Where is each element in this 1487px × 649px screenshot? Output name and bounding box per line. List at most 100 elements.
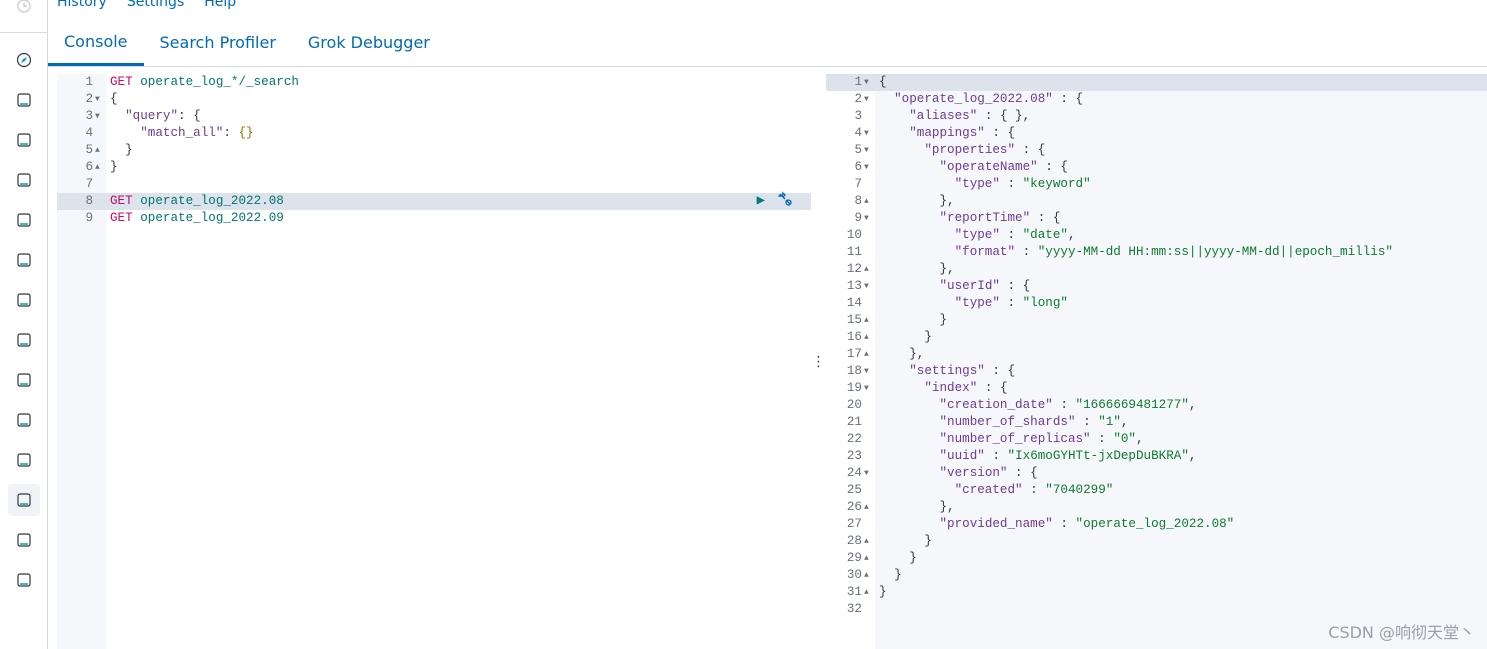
panel-resize-handle[interactable]: ⋮ — [811, 74, 826, 649]
fold-collapse-icon[interactable]: ▼ — [864, 142, 874, 159]
code-line[interactable]: 9 ▼ "reportTime" : { — [826, 210, 1487, 227]
code-line[interactable]: 27 "provided_name" : "operate_log_2022.0… — [826, 516, 1487, 533]
menu-history[interactable]: History — [57, 0, 107, 10]
fold-expand-icon[interactable]: ▲ — [864, 533, 874, 550]
fold-collapse-icon[interactable]: ▼ — [95, 108, 105, 125]
discover-compass-icon[interactable] — [8, 44, 40, 76]
canvas-icon[interactable] — [8, 164, 40, 196]
code-line[interactable]: 24 ▼ "version" : { — [826, 465, 1487, 482]
code-line[interactable]: 19 ▼ "index" : { — [826, 380, 1487, 397]
token-punc: : — [984, 449, 1008, 463]
fold-expand-icon[interactable]: ▲ — [864, 567, 874, 584]
code-line[interactable]: 7 "type" : "keyword" — [826, 176, 1487, 193]
code-line[interactable]: 14 "type" : "long" — [826, 295, 1487, 312]
code-line[interactable]: 5 ▼ "properties" : { — [826, 142, 1487, 159]
fold-collapse-icon[interactable]: ▼ — [864, 91, 874, 108]
token-punc: } — [110, 160, 118, 174]
logs-icon[interactable] — [8, 324, 40, 356]
monitoring-icon[interactable] — [8, 524, 40, 556]
code-line[interactable]: 11 "format" : "yyyy-MM-dd HH:mm:ss||yyyy… — [826, 244, 1487, 261]
code-line[interactable]: 10 "type" : "date", — [826, 227, 1487, 244]
fold-expand-icon[interactable]: ▲ — [864, 584, 874, 601]
code-line[interactable]: 8 GET operate_log_2022.08 ▶ — [57, 190, 811, 210]
fold-expand-icon[interactable]: ▲ — [864, 499, 874, 516]
fold-collapse-icon[interactable]: ▼ — [864, 159, 874, 176]
code-line[interactable]: 32 — [826, 601, 1487, 618]
code-line[interactable]: 1 GET operate_log_*/_search — [57, 74, 811, 91]
code-line[interactable]: 6 ▼ "operateName" : { — [826, 159, 1487, 176]
drag-handle-icon[interactable]: ⋮ — [812, 354, 826, 370]
code-line[interactable]: 26 ▲ }, — [826, 499, 1487, 516]
code-line[interactable]: 31 ▲} — [826, 584, 1487, 601]
fold-collapse-icon[interactable]: ▼ — [864, 125, 874, 142]
code-line[interactable]: 28 ▲ } — [826, 533, 1487, 550]
code-line[interactable]: 17 ▲ }, — [826, 346, 1487, 363]
fold-expand-icon[interactable]: ▲ — [95, 159, 105, 176]
code-line[interactable]: 18 ▼ "settings" : { — [826, 363, 1487, 380]
code-line[interactable]: 29 ▲ } — [826, 550, 1487, 567]
code-line[interactable]: 2 ▼ "operate_log_2022.08" : { — [826, 91, 1487, 108]
management-gear-icon[interactable] — [8, 564, 40, 596]
play-icon[interactable]: ▶ — [757, 193, 765, 210]
code-line[interactable]: 3 "aliases" : { }, — [826, 108, 1487, 125]
request-editor[interactable]: 1 GET operate_log_*/_search 2 ▼ {3 ▼ "query":… — [57, 74, 811, 649]
token-punc — [879, 126, 909, 140]
code-line[interactable]: 22 "number_of_replicas" : "0", — [826, 431, 1487, 448]
menu-settings[interactable]: Settings — [127, 0, 184, 10]
fold-collapse-icon[interactable]: ▼ — [864, 380, 874, 397]
fold-collapse-icon[interactable]: ▼ — [864, 278, 874, 295]
visualize-chart-icon[interactable] — [8, 84, 40, 116]
code-line[interactable]: 2 ▼ { — [57, 91, 811, 108]
dev-tools-icon[interactable] — [7, 484, 40, 516]
clock-icon[interactable] — [16, 0, 32, 16]
fold-expand-icon[interactable]: ▲ — [864, 261, 874, 278]
token-punc — [879, 483, 955, 497]
code-line[interactable]: 5 ▲ } — [57, 142, 811, 159]
code-line[interactable]: 13 ▼ "userId" : { — [826, 278, 1487, 295]
code-line[interactable]: 1 ▼ { — [826, 74, 1487, 91]
infrastructure-icon[interactable] — [8, 284, 40, 316]
code-line[interactable]: 6 ▲} — [57, 159, 811, 176]
code-line[interactable]: 20 "creation_date" : "1666669481277", — [826, 397, 1487, 414]
uptime-icon[interactable] — [8, 404, 40, 436]
code-line[interactable]: 21 "number_of_shards" : "1", — [826, 414, 1487, 431]
line-number: 20 — [846, 398, 862, 412]
apm-icon[interactable] — [8, 364, 40, 396]
fold-expand-icon[interactable]: ▲ — [864, 550, 874, 567]
tab-grok-debugger[interactable]: Grok Debugger — [292, 24, 446, 66]
fold-expand-icon[interactable]: ▲ — [864, 312, 874, 329]
code-line[interactable]: 23 "uuid" : "Ix6moGYHTt-jxDepDuBKRA", — [826, 448, 1487, 465]
fold-expand-icon[interactable]: ▲ — [864, 346, 874, 363]
code-line[interactable]: 15 ▲ } — [826, 312, 1487, 329]
code-line[interactable]: 7 — [57, 176, 811, 193]
dashboard-icon[interactable] — [8, 124, 40, 156]
fold-collapse-icon[interactable]: ▼ — [864, 210, 874, 227]
fold-collapse-icon[interactable]: ▼ — [864, 74, 874, 91]
fold-expand-icon[interactable]: ▲ — [95, 142, 105, 159]
code-line[interactable]: 4 ▼ "mappings" : { — [826, 125, 1487, 142]
tab-search-profiler[interactable]: Search Profiler — [144, 24, 292, 66]
menu-help[interactable]: Help — [204, 0, 236, 10]
token-punc: { — [110, 92, 118, 106]
security-icon[interactable] — [8, 444, 40, 476]
code-line[interactable]: 3 ▼ "query": { — [57, 108, 811, 125]
fold-collapse-icon[interactable]: ▼ — [864, 363, 874, 380]
code-line[interactable]: 8 ▲ }, — [826, 193, 1487, 210]
token-str: "1666669481277" — [1075, 398, 1189, 412]
code-line[interactable]: 16 ▲ } — [826, 329, 1487, 346]
ml-icon[interactable] — [8, 244, 40, 276]
tab-console[interactable]: Console — [48, 24, 144, 66]
code-line[interactable]: 4 "match_all": {} — [57, 125, 811, 142]
fold-expand-icon[interactable]: ▲ — [864, 193, 874, 210]
code-line[interactable]: 30 ▲ } — [826, 567, 1487, 584]
fold-collapse-icon[interactable]: ▼ — [864, 465, 874, 482]
token-key: "number_of_shards" — [939, 415, 1076, 429]
code-line[interactable]: 9 GET operate_log_2022.09 — [57, 210, 811, 227]
code-line[interactable]: 25 "created" : "7040299" — [826, 482, 1487, 499]
response-viewer[interactable]: 1 ▼{2 ▼ "operate_log_2022.08" : {3 "aliase… — [826, 74, 1487, 649]
maps-icon[interactable] — [8, 204, 40, 236]
fold-expand-icon[interactable]: ▲ — [864, 329, 874, 346]
fold-collapse-icon[interactable]: ▼ — [95, 91, 105, 108]
code-line[interactable]: 12 ▲ }, — [826, 261, 1487, 278]
line-number: 3 — [854, 109, 862, 123]
